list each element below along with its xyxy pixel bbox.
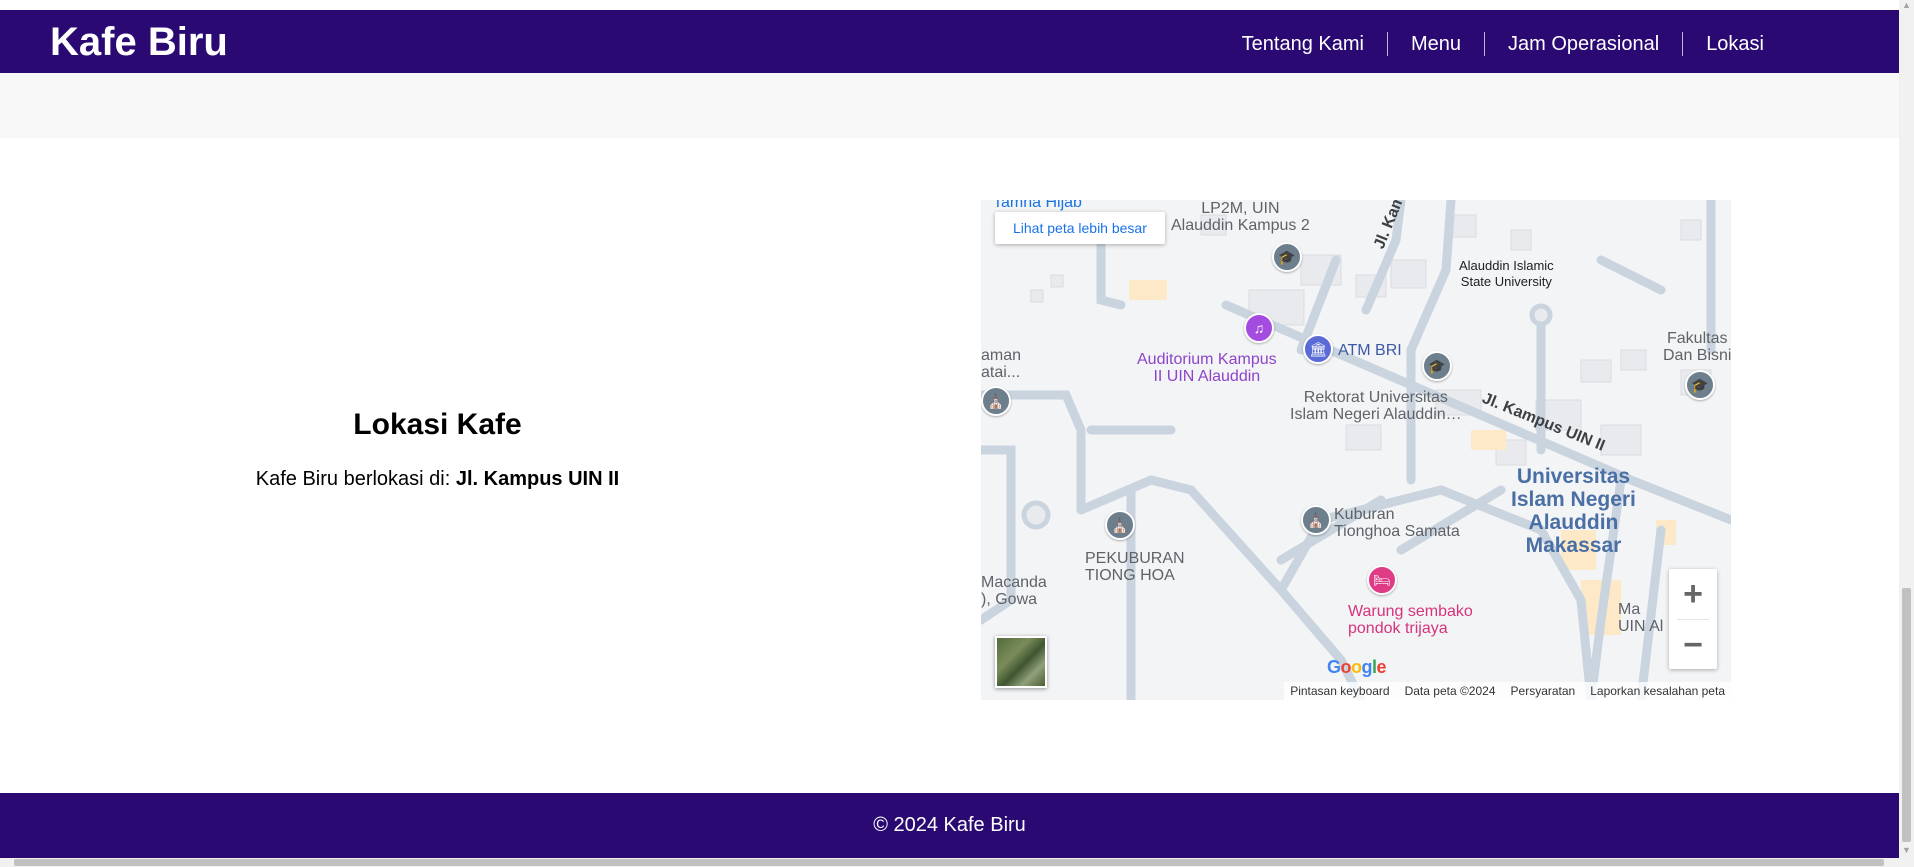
scroll-down-icon[interactable]: ▼ [1902,845,1911,855]
location-title: Lokasi Kafe [353,408,522,441]
map-label-auditorium: Auditorium Kampus II UIN Alauddin [1137,351,1277,385]
map-label-uin-makassar: Universitas Islam Negeri Alauddin Makass… [1511,465,1636,557]
map-label-macanda: Macanda ), Gowa [981,574,1047,608]
music-pin-icon[interactable]: ♫ [1244,313,1274,343]
location-address-line: Kafe Biru berlokasi di: Jl. Kampus UIN I… [0,468,875,491]
horizontal-scrollbar[interactable] [0,858,1914,867]
nav-divider [1682,32,1684,56]
vertical-scroll-thumb[interactable] [1902,588,1911,842]
map-label-pekuburan: PEKUBURAN TIONG HOA [1085,550,1185,584]
cemetery-pin-icon[interactable]: ⛪ [1301,505,1331,535]
embedded-map[interactable]: Tamna Hijab 🎓 LP2M, UIN Alauddin Kampus … [981,200,1731,700]
cemetery-pin-icon[interactable]: ⛪ [981,386,1011,416]
site-footer: © 2024 Kafe Biru [0,793,1899,858]
main-nav: Tentang Kami Menu Jam Operasional Lokasi [1219,32,1787,56]
terms-link[interactable]: Persyaratan [1511,684,1576,698]
top-strip [0,0,1899,10]
school-pin-icon[interactable]: 🎓 [1685,370,1715,400]
nav-lokasi[interactable]: Lokasi [1683,32,1787,56]
bank-pin-icon[interactable]: 🏛 [1303,334,1333,364]
nav-divider [1386,32,1388,56]
school-pin-icon[interactable]: 🎓 [1272,242,1302,272]
vertical-scrollbar[interactable]: ▲ ▼ [1899,0,1914,858]
map-label-tamna: Tamna Hijab [993,200,1082,211]
footer-copyright: © 2024 Kafe Biru [873,814,1026,836]
brand-logo[interactable]: Kafe Biru [50,22,228,62]
scroll-up-icon[interactable]: ▲ [1902,0,1911,10]
map-label-aman: aman atai... [981,347,1022,381]
cemetery-pin-icon[interactable]: ⛪ [1105,510,1135,540]
google-logo: Google [1327,657,1387,677]
nav-menu[interactable]: Menu [1388,32,1484,56]
report-error-link[interactable]: Laporkan kesalahan peta [1590,684,1725,698]
map-label-kuburan: Kuburan Tionghoa Samata [1334,506,1460,540]
map-label-alauddin-islamic: Alauddin Islamic State University [1459,258,1554,289]
horizontal-scroll-thumb[interactable] [14,859,1884,866]
shop-pin-icon[interactable]: 🛏 [1367,565,1397,595]
nav-tentang-kami[interactable]: Tentang Kami [1219,32,1387,56]
location-info: Lokasi Kafe Kafe Biru berlokasi di: Jl. … [0,138,875,793]
map-label-lp2m: LP2M, UIN Alauddin Kampus 2 [1171,200,1310,234]
section-gray-strip [0,73,1899,138]
map-label-rektorat: Rektorat Universitas Islam Negeri Alaudd… [1290,389,1462,423]
zoom-in-button[interactable]: + [1669,569,1717,619]
map-label-atm: ATM BRI [1338,342,1402,359]
zoom-control: + − [1669,569,1717,669]
location-prefix: Kafe Biru berlokasi di: [255,468,456,490]
nav-divider [1484,32,1485,56]
location-address: Jl. Kampus UIN II [455,468,620,490]
map-attribution: Pintasan keyboard Data peta ©2024 Persya… [1284,682,1731,700]
map-label-warung: Warung sembako pondok trijaya [1348,603,1473,637]
nav-jam-operasional[interactable]: Jam Operasional [1485,32,1682,56]
view-larger-map-link[interactable]: Lihat peta lebih besar [995,212,1165,244]
map-label-fakultas: Fakultas Dan Bisni [1663,330,1731,364]
school-pin-icon[interactable]: 🎓 [1422,351,1452,381]
satellite-layer-toggle[interactable] [995,636,1047,688]
site-header: Kafe Biru Tentang Kami Menu Jam Operasio… [0,10,1899,73]
zoom-out-button[interactable]: − [1669,620,1717,670]
keyboard-shortcuts-link[interactable]: Pintasan keyboard [1290,684,1389,698]
map-data-text: Data peta ©2024 [1404,684,1496,698]
